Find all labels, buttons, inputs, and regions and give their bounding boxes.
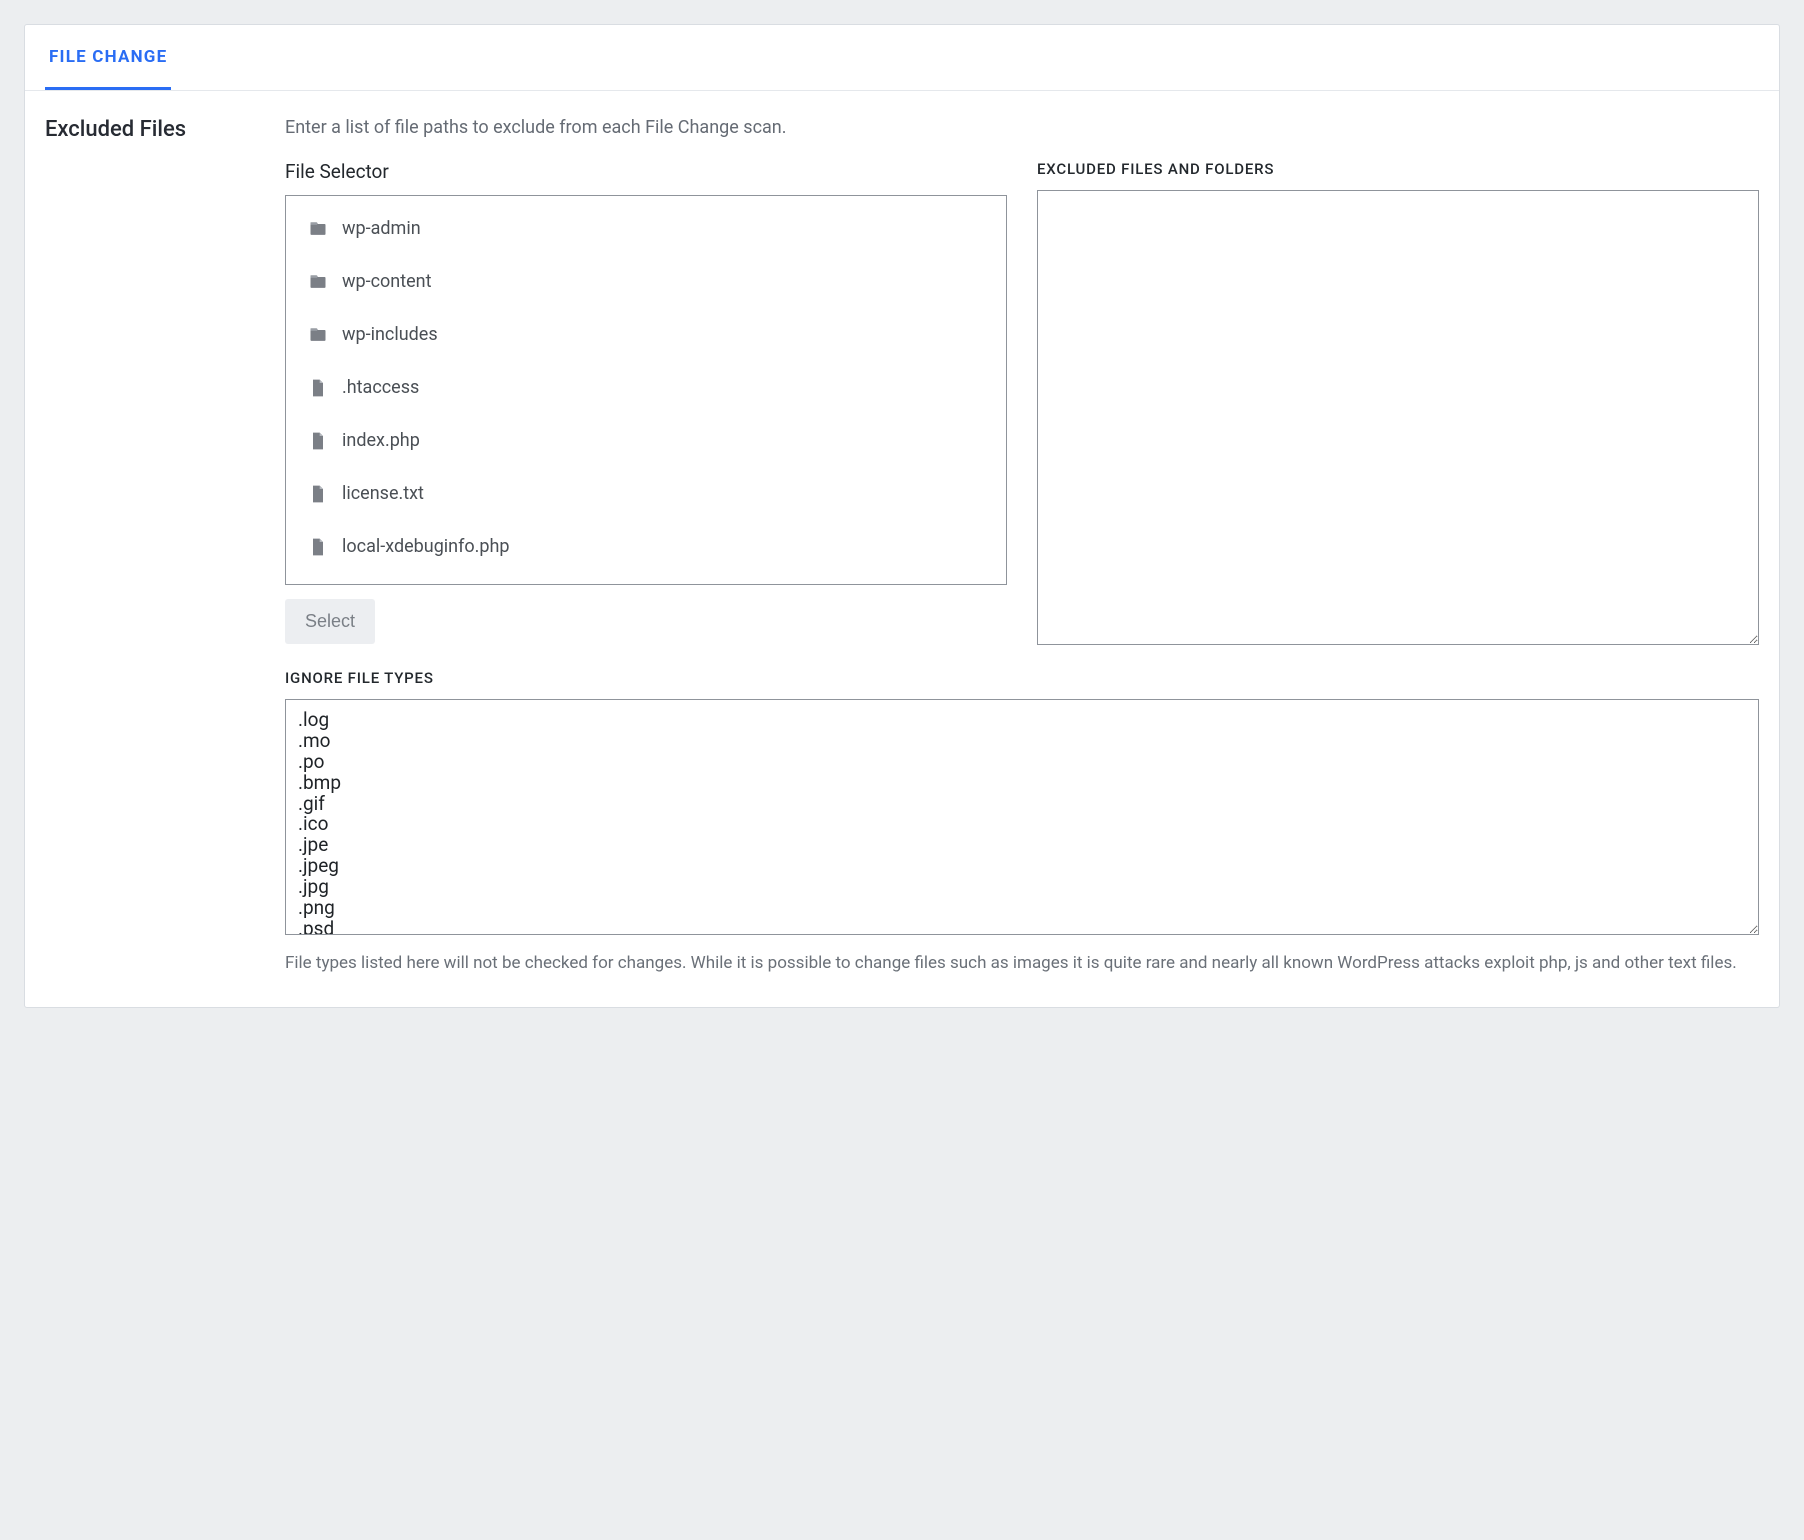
file-item[interactable]: index.php xyxy=(286,414,1006,467)
excluded-label: EXCLUDED FILES AND FOLDERS xyxy=(1037,160,1759,178)
file-item-label: wp-content xyxy=(342,271,432,292)
file-item-label: license.txt xyxy=(342,483,424,504)
file-selector-column: File Selector wp-admin wp-content wp-inclu… xyxy=(285,160,1007,645)
file-item[interactable]: wp-content xyxy=(286,255,1006,308)
selector-and-excluded-row: File Selector wp-admin wp-content wp-inclu… xyxy=(285,160,1759,645)
file-item[interactable]: wp-admin xyxy=(286,202,1006,255)
file-item[interactable]: wp-includes xyxy=(286,308,1006,361)
file-icon xyxy=(308,537,328,557)
file-item-label: .htaccess xyxy=(342,377,419,398)
file-item-label: local-xdebuginfo.php xyxy=(342,536,510,557)
file-item[interactable]: local-xdebuginfo.php xyxy=(286,520,1006,573)
ignore-types-section: IGNORE FILE TYPES File types listed here… xyxy=(285,669,1759,977)
folder-icon xyxy=(308,325,328,345)
ignore-types-label: IGNORE FILE TYPES xyxy=(285,669,1759,687)
section-body-column: Enter a list of file paths to exclude fr… xyxy=(285,117,1759,977)
settings-panel: FILE CHANGE Excluded Files Enter a list … xyxy=(24,24,1780,1008)
panel-content: Excluded Files Enter a list of file path… xyxy=(25,91,1779,1007)
file-selector-list[interactable]: wp-admin wp-content wp-includes .htaccess in… xyxy=(286,196,1006,584)
file-item-label: index.php xyxy=(342,430,420,451)
file-icon xyxy=(308,431,328,451)
ignore-types-textarea[interactable] xyxy=(285,699,1759,935)
tab-file-change[interactable]: FILE CHANGE xyxy=(45,25,171,90)
folder-icon xyxy=(308,219,328,239)
file-selector-label: File Selector xyxy=(285,160,1007,183)
file-selector-box: wp-admin wp-content wp-includes .htaccess in… xyxy=(285,195,1007,585)
file-item-label: wp-admin xyxy=(342,218,421,239)
excluded-textarea[interactable] xyxy=(1037,190,1759,645)
excluded-column: EXCLUDED FILES AND FOLDERS xyxy=(1037,160,1759,645)
file-item[interactable]: license.txt xyxy=(286,467,1006,520)
ignore-types-help: File types listed here will not be check… xyxy=(285,951,1759,977)
section-header-column: Excluded Files xyxy=(45,117,255,977)
file-icon xyxy=(308,378,328,398)
file-icon xyxy=(308,484,328,504)
folder-icon xyxy=(308,272,328,292)
section-title: Excluded Files xyxy=(45,117,255,142)
section-description: Enter a list of file paths to exclude fr… xyxy=(285,117,1759,138)
file-item[interactable]: .htaccess xyxy=(286,361,1006,414)
select-button[interactable]: Select xyxy=(285,599,375,644)
tab-bar: FILE CHANGE xyxy=(25,25,1779,91)
file-item-label: wp-includes xyxy=(342,324,438,345)
